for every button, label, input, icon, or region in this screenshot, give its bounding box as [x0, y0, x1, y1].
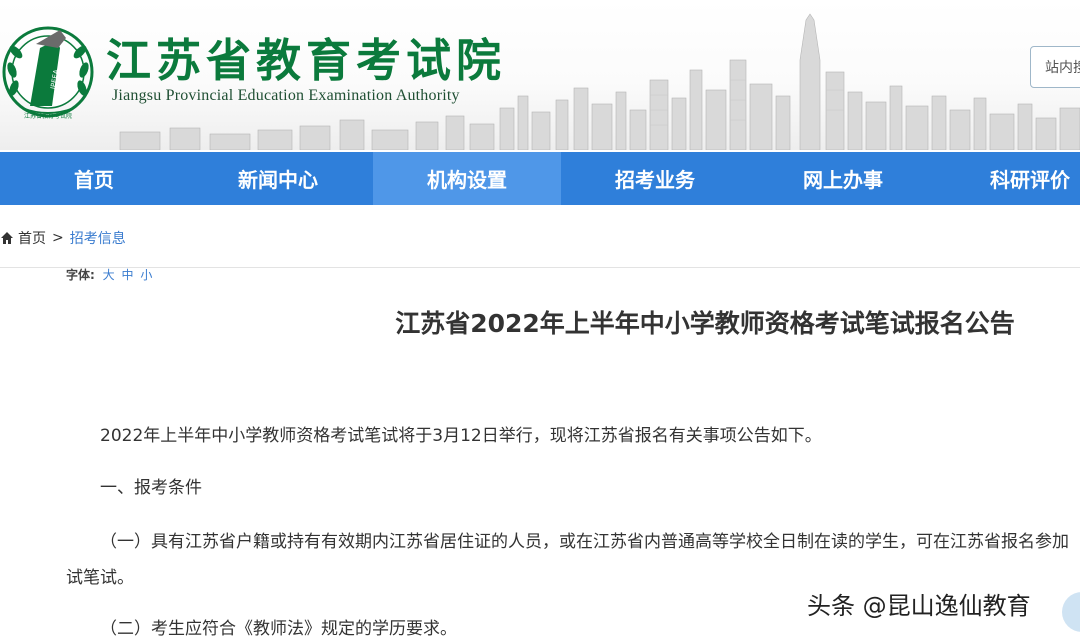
article-title: 江苏省2022年上半年中小学教师资格考试笔试报名公告	[395, 309, 1015, 338]
nav-item-home[interactable]: 首页	[0, 152, 188, 205]
svg-text:江苏省教育考试院: 江苏省教育考试院	[24, 112, 72, 120]
article-paragraph: （一）具有江苏省户籍或持有有效期内江苏省居住证的人员，或在江苏省内普通高等学校全…	[100, 532, 1069, 552]
site-subtitle: Jiangsu Provincial Education Examination…	[112, 87, 460, 104]
article-section-heading: 一、报考条件	[100, 478, 202, 498]
nav-item-organization[interactable]: 机构设置	[373, 152, 561, 205]
font-size-label: 字体:	[66, 268, 95, 282]
breadcrumb-separator: >	[52, 230, 64, 246]
search-input[interactable]: 站内搜	[1030, 46, 1080, 88]
article-paragraph: （二）考生应符合《教师法》规定的学历要求。	[100, 619, 457, 639]
jpeea-logo: JPEEA 江苏省教育考试院	[2, 26, 94, 120]
nav-item-research[interactable]: 科研评价	[936, 152, 1080, 205]
article-paragraph: 2022年上半年中小学教师资格考试笔试将于3月12日举行，现将江苏省报名有关事项…	[100, 426, 822, 446]
site-title: 江苏省教育考试院	[106, 34, 507, 87]
font-size-large-option[interactable]: 大	[103, 268, 115, 282]
nav-item-online-services[interactable]: 网上办事	[749, 152, 937, 205]
corner-badge-icon	[1062, 592, 1080, 632]
main-nav: 首页 新闻中心 机构设置 招考业务 网上办事 科研评价	[0, 152, 1080, 205]
font-size-small-option[interactable]: 小	[140, 268, 152, 282]
article-paragraph-continuation: 试笔试。	[66, 568, 134, 588]
content-divider	[0, 267, 1080, 268]
breadcrumb: 首页 > 招考信息	[0, 228, 126, 248]
site-header: JPEEA 江苏省教育考试院 江苏省教育考试院 Jiangsu Provinci…	[0, 0, 1080, 150]
font-size-selector: 字体: 大 中 小	[66, 266, 155, 283]
nav-item-admission[interactable]: 招考业务	[561, 152, 749, 205]
toutiao-watermark: 头条 @昆山逸仙教育	[807, 592, 1031, 620]
nav-item-news-center[interactable]: 新闻中心	[184, 152, 372, 205]
breadcrumb-current[interactable]: 招考信息	[70, 228, 126, 248]
home-icon[interactable]	[0, 231, 14, 245]
breadcrumb-home-link[interactable]: 首页	[18, 228, 46, 248]
font-size-medium-option[interactable]: 中	[121, 268, 133, 282]
